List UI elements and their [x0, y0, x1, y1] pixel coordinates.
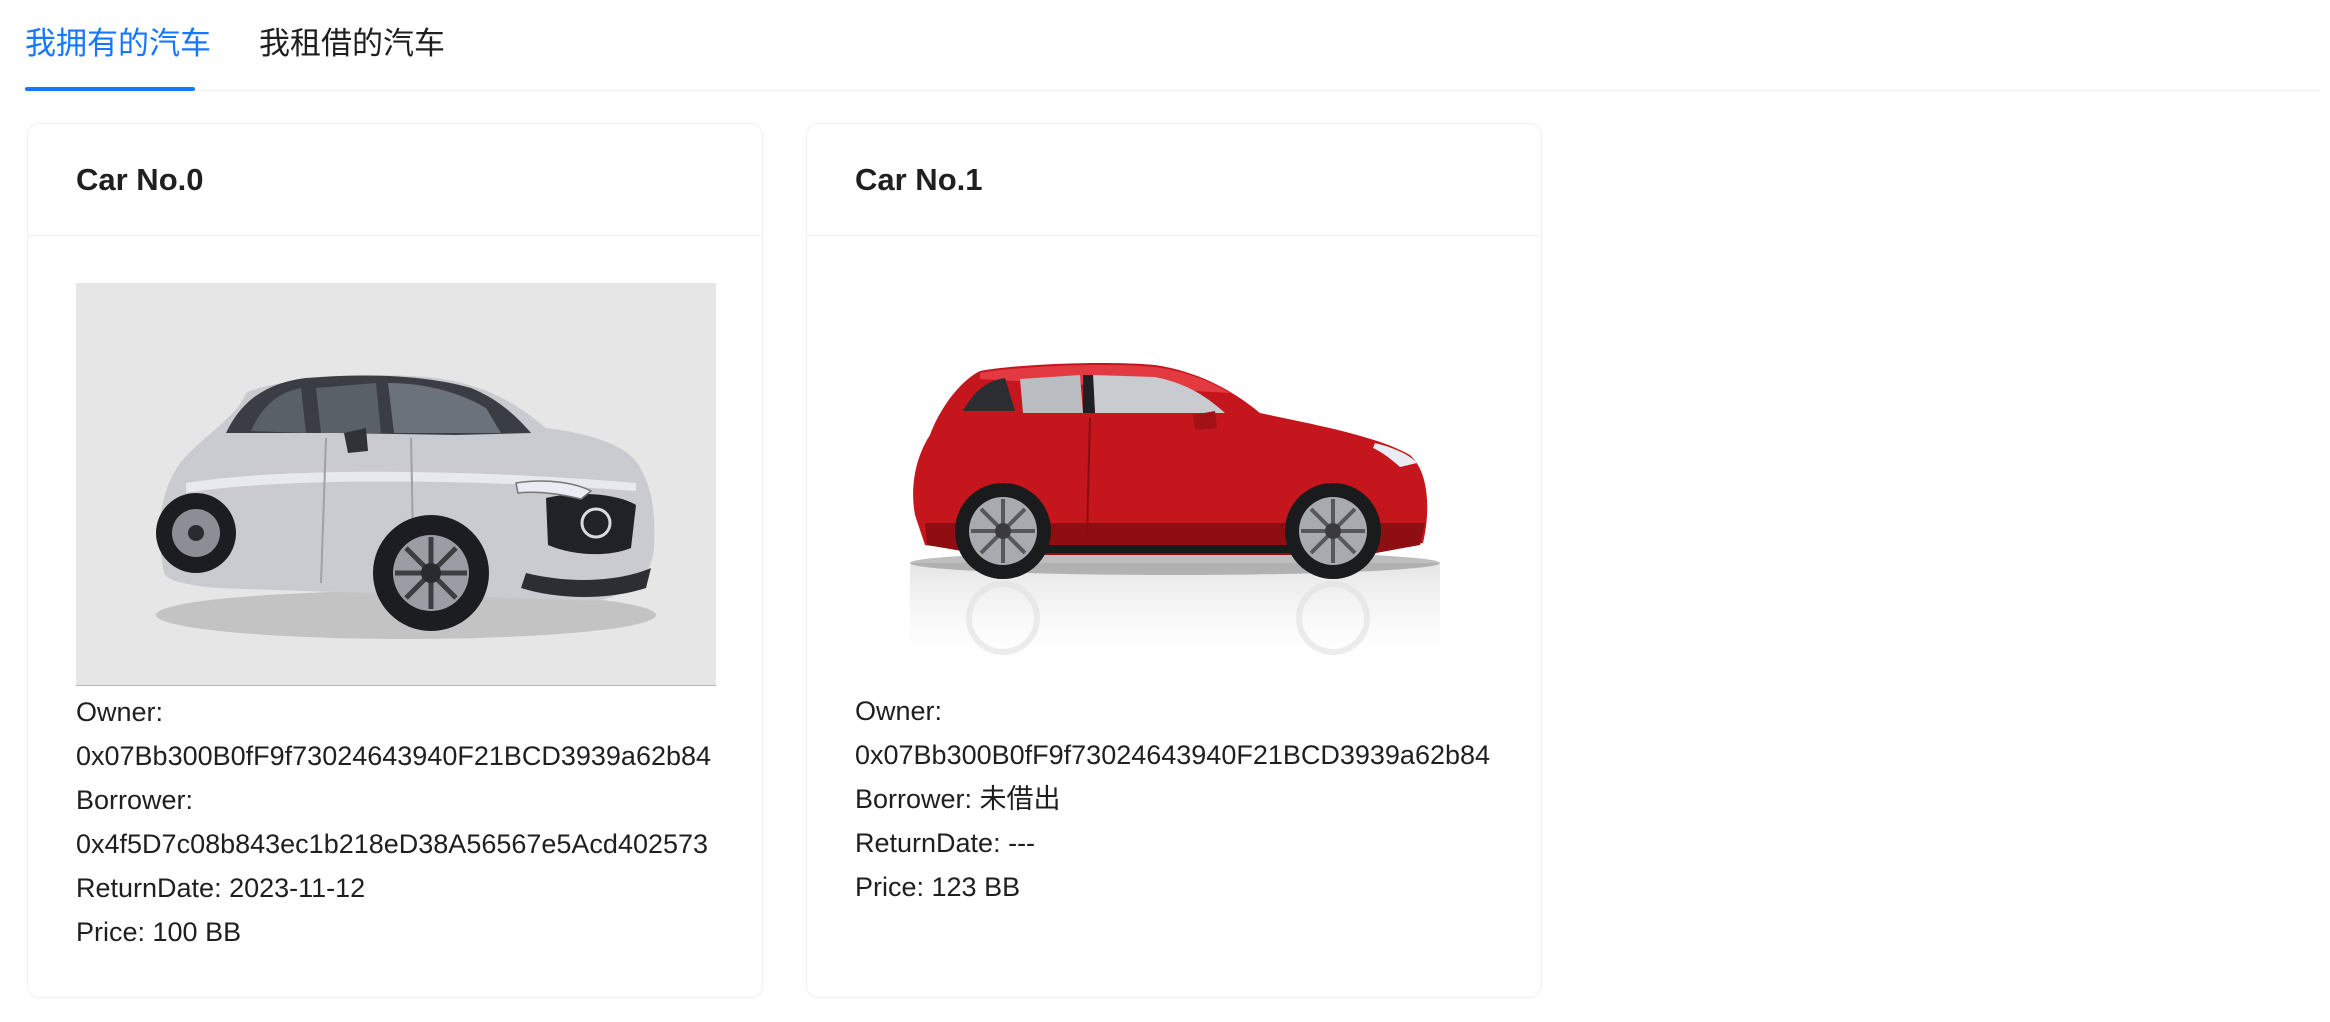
red-hatchback-car-image — [855, 283, 1495, 685]
borrower-label: Borrower: — [76, 785, 194, 815]
card-header: Car No.0 — [28, 124, 762, 236]
card-title: Car No.1 — [855, 161, 983, 197]
card-body: Owner: 0x07Bb300B0fF9f73024643940F21BCD3… — [807, 236, 1541, 909]
silver-sedan-car-image — [76, 283, 716, 686]
car-info: Owner: 0x07Bb300B0fF9f73024643940F21BCD3… — [855, 689, 1493, 909]
borrower-address: 0x4f5D7c08b843ec1b218eD38A56567e5Acd4025… — [76, 829, 709, 859]
car-card-0: Car No.0 Owner: 0x07Bb300B0fF9f730246439… — [27, 123, 763, 998]
tab-borrowed-cars[interactable]: 我租借的汽车 — [259, 22, 445, 66]
price: Price: 123 BB — [855, 872, 1021, 902]
card-body: Owner: 0x07Bb300B0fF9f73024643940F21BCD3… — [28, 236, 762, 954]
active-tab-indicator — [25, 87, 195, 91]
borrower-status: Borrower: 未借出 — [855, 784, 1061, 814]
owner-label: Owner: — [855, 696, 943, 726]
owner-label: Owner: — [76, 697, 164, 727]
tab-owned-cars[interactable]: 我拥有的汽车 — [25, 22, 211, 66]
return-date: ReturnDate: --- — [855, 828, 1036, 858]
car-info: Owner: 0x07Bb300B0fF9f73024643940F21BCD3… — [76, 690, 714, 954]
car-card-1: Car No.1 Owner: 0x07Bb300B0fF9f730246439… — [806, 123, 1542, 998]
return-date: ReturnDate: 2023-11-12 — [76, 873, 366, 903]
price: Price: 100 BB — [76, 917, 242, 947]
tab-bar: 我拥有的汽车 我租借的汽车 — [25, 0, 2320, 91]
owner-address: 0x07Bb300B0fF9f73024643940F21BCD3939a62b… — [76, 741, 712, 771]
card-header: Car No.1 — [807, 124, 1541, 236]
card-title: Car No.0 — [76, 161, 204, 197]
owner-address: 0x07Bb300B0fF9f73024643940F21BCD3939a62b… — [855, 740, 1491, 770]
